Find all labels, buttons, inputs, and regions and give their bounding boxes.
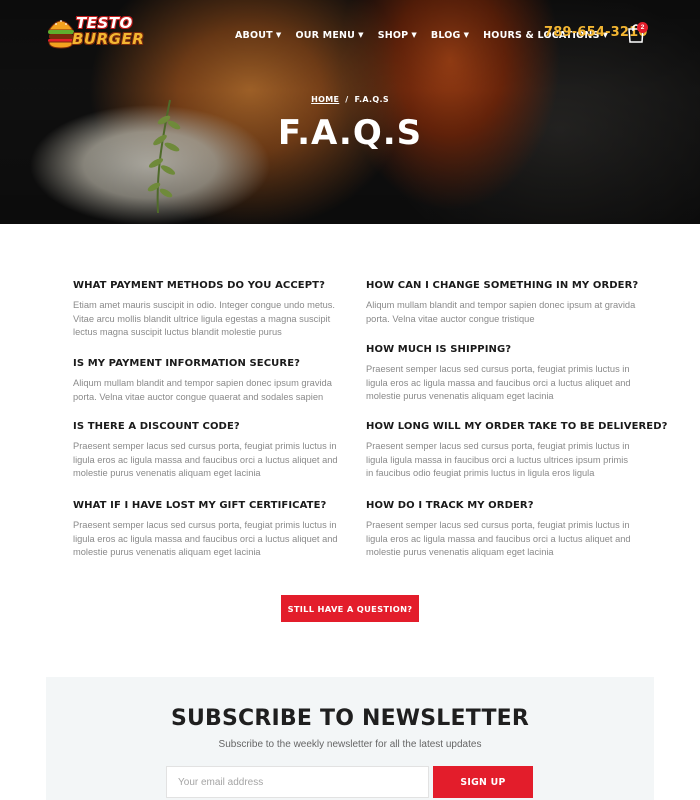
faq-answer: Praesent semper lacus sed cursus porta, …: [366, 441, 630, 479]
faq-question: HOW DO I TRACK MY ORDER?: [366, 500, 534, 511]
breadcrumb-home-link[interactable]: HOME: [311, 95, 339, 104]
faq-answer: Aliqum mullam blandit and tempor sapien …: [73, 378, 332, 402]
faq-question: IS MY PAYMENT INFORMATION SECURE?: [73, 358, 301, 369]
nav-item-label: SHOP: [377, 29, 409, 41]
site-logo[interactable]: TESTO BURGER: [46, 10, 144, 56]
faq-answer: Praesent semper lacus sed cursus porta, …: [366, 364, 631, 402]
faq-answer: Etiam amet mauris suscipit in odio. Inte…: [73, 300, 335, 338]
faq-item: HOW LONG WILL MY ORDER TAKE TO BE DELIVE…: [366, 420, 668, 481]
nav-item-label: OUR MENU: [295, 29, 356, 41]
nav-item-shop[interactable]: SHOP ▼: [378, 28, 431, 42]
faq-question: HOW MUCH IS SHIPPING?: [366, 344, 512, 355]
faq-item: HOW DO I TRACK MY ORDER? Praesent semper…: [366, 499, 636, 560]
breadcrumb: HOME / F.A.Q.S: [0, 95, 700, 104]
nav-item-label: BLOG: [430, 29, 461, 41]
logo-text-testo: TESTO: [76, 14, 133, 32]
faq-question: WHAT PAYMENT METHODS DO YOU ACCEPT?: [73, 280, 325, 291]
still-have-question-button[interactable]: STILL HAVE A QUESTION?: [281, 595, 419, 622]
chevron-down-icon: ▼: [358, 31, 364, 39]
logo-text-burger: BURGER: [72, 30, 145, 48]
breadcrumb-separator: /: [345, 95, 349, 104]
faq-item: IS THERE A DISCOUNT CODE? Praesent sempe…: [73, 420, 343, 481]
faq-question: IS THERE A DISCOUNT CODE?: [73, 421, 240, 432]
faq-answer: Aliqum mullam blandit and tempor sapien …: [366, 300, 636, 324]
chevron-down-icon: ▼: [463, 31, 470, 39]
nav-item-about[interactable]: ABOUT ▼: [235, 28, 295, 42]
chevron-down-icon: ▼: [411, 31, 417, 39]
nav-item-label: ABOUT: [235, 29, 273, 41]
faq-answer: Praesent semper lacus sed cursus porta, …: [366, 520, 631, 558]
faq-answer: Praesent semper lacus sed cursus porta, …: [73, 441, 338, 479]
breadcrumb-current: F.A.Q.S: [354, 95, 389, 104]
faq-item: WHAT IF I HAVE LOST MY GIFT CERTIFICATE?…: [73, 499, 343, 560]
chevron-down-icon: ▼: [275, 31, 282, 39]
sign-up-button[interactable]: SIGN UP: [433, 766, 533, 798]
faq-answer: Praesent semper lacus sed cursus porta, …: [73, 520, 338, 558]
faq-question: WHAT IF I HAVE LOST MY GIFT CERTIFICATE?: [73, 500, 327, 511]
newsletter-title: SUBSCRIBE TO NEWSLETTER: [170, 706, 530, 731]
faq-item: HOW MUCH IS SHIPPING? Praesent semper la…: [366, 343, 636, 404]
newsletter-section: SUBSCRIBE TO NEWSLETTER Subscribe to the…: [46, 677, 654, 800]
faq-item: WHAT PAYMENT METHODS DO YOU ACCEPT? Etia…: [73, 279, 343, 340]
nav-item-our-menu[interactable]: OUR MENU ▼: [295, 28, 377, 42]
nav-item-blog[interactable]: BLOG ▼: [431, 28, 483, 42]
faq-item: HOW CAN I CHANGE SOMETHING IN MY ORDER? …: [366, 279, 639, 326]
faq-question: HOW LONG WILL MY ORDER TAKE TO BE DELIVE…: [366, 421, 668, 432]
email-input[interactable]: [166, 766, 429, 798]
page-title: F.A.Q.S: [277, 113, 423, 153]
faq-item: IS MY PAYMENT INFORMATION SECURE? Aliqum…: [73, 357, 343, 404]
newsletter-subtitle: Subscribe to the weekly newsletter for a…: [218, 739, 482, 750]
cart-count-badge: 2: [637, 22, 648, 33]
faq-question: HOW CAN I CHANGE SOMETHING IN MY ORDER?: [366, 280, 639, 291]
